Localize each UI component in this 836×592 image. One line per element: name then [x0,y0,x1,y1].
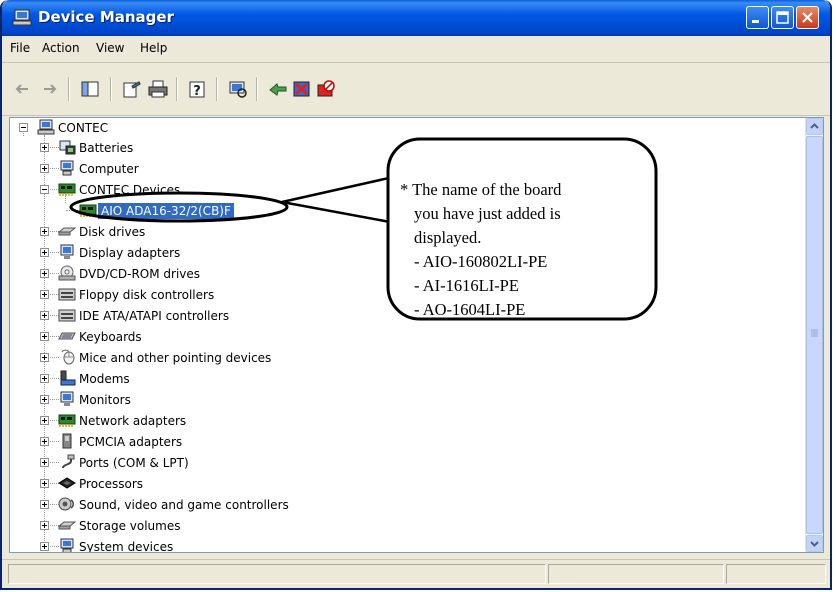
highlight-ellipse [69,191,289,223]
callout-line: - AO-1604LI-PE [414,300,526,319]
callout-line: * The name of the board [400,180,562,199]
callout-line: you have just added is [414,204,561,223]
callout-line: - AI-1616LI-PE [414,276,519,295]
callout-text: * The name of the board you have just ad… [400,178,650,322]
callout-line: - AIO-160802LI-PE [414,252,548,271]
callout-line: displayed. [414,228,482,247]
